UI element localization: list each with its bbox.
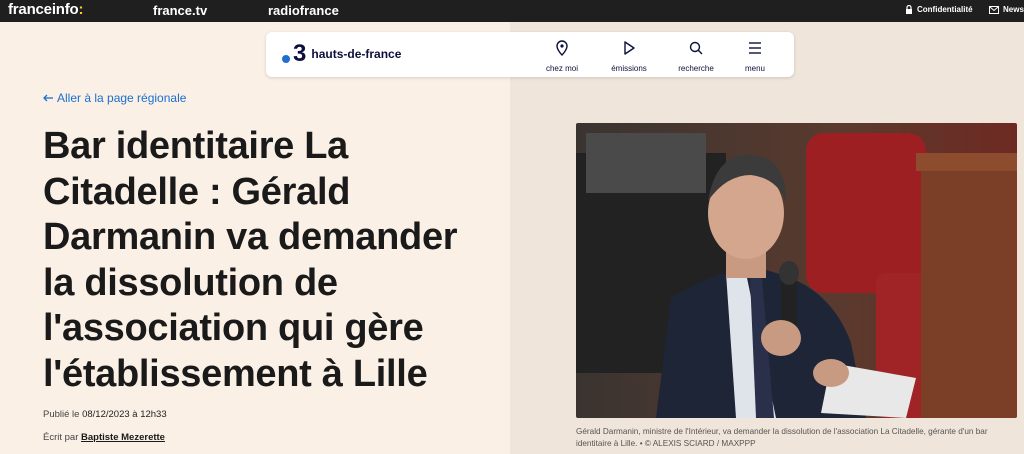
region-name: hauts-de-france [311,47,402,61]
author-label: Écrit par [43,432,79,443]
hamburger-icon [749,42,761,54]
arrow-left-icon [43,94,53,102]
search-icon [689,41,703,55]
francetv-link[interactable]: france.tv [153,3,207,18]
brand-colon: : [78,1,84,18]
publish-info: Publié le 08/12/2023 à 12h33 [43,409,167,420]
nav-recherche[interactable]: recherche [666,40,726,76]
lock-icon [906,5,912,14]
photo-illustration [576,123,1017,418]
back-link-label: Aller à la page régionale [57,91,187,105]
mail-icon [989,5,999,14]
author-info: Écrit par Baptiste Mezerette [43,432,165,443]
play-icon [624,41,635,55]
back-to-region-link[interactable]: Aller à la page régionale [43,91,186,105]
published-date: 08/12/2023 à 12h33 [82,409,167,420]
nav-label: émissions [611,64,647,73]
published-label: Publié le [43,409,80,420]
france3-logo[interactable]: 3 hauts-de-france [282,42,401,66]
newsletter-label: News [1003,5,1024,14]
radiofrance-link[interactable]: radiofrance [268,3,339,18]
regional-header: 3 hauts-de-france chez moi émissions rec… [266,32,794,77]
franceinfo-logo[interactable]: franceinfo: [8,1,84,18]
location-pin-icon [556,40,568,56]
newsletter-link[interactable]: News [989,5,1024,14]
privacy-label: Confidentialité [917,5,973,14]
brand-name: franceinfo [8,1,79,18]
nav-label: chez moi [545,64,578,73]
nav-emissions[interactable]: émissions [599,40,659,76]
nav-label: recherche [678,64,714,73]
channel-number: 3 [293,40,307,67]
nav-chez-moi[interactable]: chez moi [532,40,592,76]
nav-label: menu [744,64,765,73]
photo-caption: Gérald Darmanin, ministre de l'Intérieur… [576,427,988,448]
logo-dot [282,55,290,63]
author-link[interactable]: Baptiste Mezerette [81,432,165,443]
top-bar: franceinfo: france.tv radiofrance Confid… [0,0,1024,22]
article-title: Bar identitaire La Citadelle : Gérald Da… [43,125,458,395]
article-photo [576,123,1017,418]
nav-menu[interactable]: menu [725,40,785,76]
privacy-link[interactable]: Confidentialité [905,5,973,14]
